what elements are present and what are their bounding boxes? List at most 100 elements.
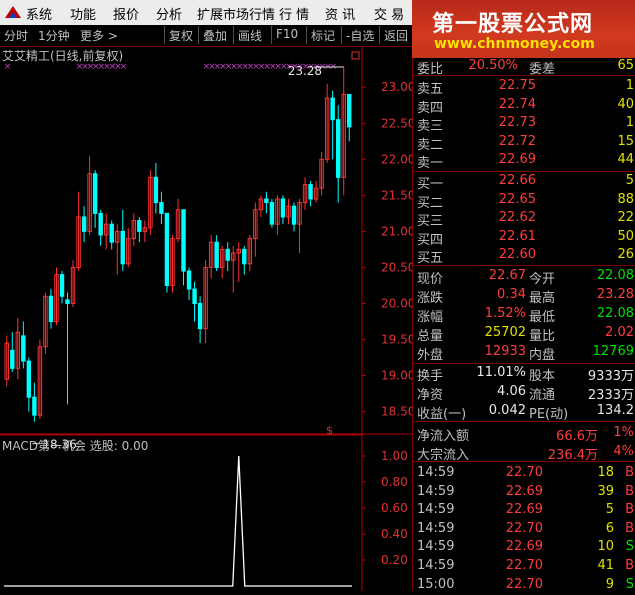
bid-volume: 88	[617, 191, 634, 207]
ask-volume: 40	[617, 96, 634, 112]
bid-label: 买五	[417, 251, 444, 266]
fundamental-row: 换手 11.01% 股本 9333万	[413, 364, 635, 384]
candle	[214, 234, 219, 272]
back-button[interactable]: 返回	[379, 26, 412, 44]
candle-body	[98, 212, 103, 236]
stat-value: 1.52%	[484, 306, 526, 321]
bid-volume: 50	[617, 228, 634, 244]
bid-price: 22.65	[498, 191, 536, 207]
menu-system[interactable]: 系统	[26, 4, 52, 23]
stat-label-2: 最低	[529, 310, 556, 325]
fundamental-value-2: 2333万	[587, 388, 634, 403]
candle-body	[197, 302, 203, 330]
candle	[15, 317, 21, 380]
stat-row: 总量 25702 量比 2.02	[413, 324, 635, 344]
menu-function[interactable]: 功能	[70, 4, 96, 23]
menu-extended-market[interactable]: 扩展市场行情	[197, 4, 275, 23]
candle	[137, 216, 142, 243]
candle	[302, 177, 308, 210]
brand-title: 第一股票公式网	[432, 12, 594, 37]
flow-row: 净流入额 66.6万 1%	[413, 424, 635, 444]
order-ratio-value: 20.50%	[468, 58, 518, 73]
stat-value-2: 23.28	[596, 287, 634, 302]
candle	[319, 152, 324, 196]
tab-1min[interactable]: 1分钟	[38, 27, 70, 44]
remove-watchlist-button[interactable]: -自选	[341, 26, 378, 44]
tick-price: 22.69	[505, 502, 543, 518]
tab-more[interactable]: 更多 >	[80, 27, 118, 44]
candle	[308, 180, 313, 207]
candle	[225, 242, 230, 272]
ask-price: 22.75	[498, 78, 536, 93]
price-tick-label: 20.50	[381, 260, 412, 274]
tick-time: 14:59	[417, 465, 455, 480]
candle	[26, 357, 32, 412]
candle	[76, 191, 81, 272]
candle	[269, 198, 275, 228]
tick-side: S	[625, 576, 634, 592]
stat-label: 外盘	[417, 348, 444, 363]
bid-row: 买三 22.62 22	[413, 209, 635, 229]
candle-body	[120, 230, 125, 265]
candle	[126, 227, 131, 268]
tab-intraday[interactable]: 分时	[4, 27, 28, 44]
candle	[264, 191, 269, 214]
ask-label: 卖三	[417, 119, 444, 134]
macd-tick-label: 0.40	[381, 527, 408, 541]
candle	[219, 245, 225, 279]
stat-value: 22.67	[488, 268, 526, 283]
stat-value-2: 2.02	[605, 325, 634, 340]
candle	[153, 162, 159, 214]
brand-banner: 第一股票公式网 www.chnmoney.com	[412, 0, 635, 58]
candle	[335, 105, 341, 203]
candle-body	[10, 349, 15, 369]
candle	[103, 213, 109, 250]
tick-volume: 9	[605, 576, 614, 592]
menu-market[interactable]: 行 情	[279, 4, 309, 23]
quote-panel: 委比 20.50% 委差 65 卖五 22.75 1 卖四 22.74 40 卖三 22.73…	[412, 58, 635, 592]
candle-body	[81, 216, 87, 232]
candle	[65, 292, 70, 405]
candle	[181, 209, 186, 286]
tick-time: 14:59	[417, 558, 455, 573]
candle	[286, 198, 291, 225]
candle	[120, 209, 125, 272]
candle	[164, 212, 170, 293]
ask-label: 卖一	[417, 156, 444, 171]
candle-body	[269, 202, 275, 225]
bid-volume: 26	[617, 247, 634, 262]
tick-time: 14:59	[417, 483, 455, 499]
trade-tick-row: 14:59 22.70 6 B	[413, 520, 635, 539]
trade-tick-row: 14:59 22.70 41 B	[413, 557, 635, 576]
menu-quotes[interactable]: 报价	[113, 4, 139, 23]
tick-price: 22.70	[505, 558, 543, 573]
candle-body	[48, 295, 54, 322]
menu-trade[interactable]: 交 易	[374, 4, 404, 23]
flow-percent: 4%	[613, 443, 634, 459]
tick-side: B	[625, 483, 634, 499]
mark-button[interactable]: 标记	[306, 26, 339, 44]
candle-body	[225, 248, 230, 261]
candle	[59, 271, 65, 304]
adjust-button[interactable]: 复权	[164, 26, 197, 44]
bid-row: 买一 22.66 5	[413, 172, 635, 192]
candle-body	[192, 288, 197, 304]
kline-chart[interactable]: 23.00 22.50 22.00 21.50 21.00 20.50 20.00 19.50…	[0, 46, 412, 591]
candle-body	[181, 209, 186, 272]
candle	[253, 202, 258, 257]
candle	[109, 220, 114, 250]
bid-label: 买三	[417, 214, 444, 229]
draw-line-button[interactable]: 画线	[233, 26, 266, 44]
stat-value-2: 22.08	[596, 268, 634, 283]
menu-news[interactable]: 资 讯	[325, 4, 355, 23]
price-tick-label: 22.50	[381, 116, 412, 130]
chart-toolbar: 分时 1分钟 更多 > 复权 叠加 画线 F10 标记 -自选 返回	[0, 25, 412, 47]
fundamental-value: 0.042	[488, 403, 526, 418]
stat-row: 现价 22.67 今开 22.08	[413, 267, 635, 287]
candle-body	[21, 335, 26, 362]
f10-button[interactable]: F10	[271, 26, 302, 44]
chart-title: 艾艾精工(日线,前复权)	[2, 49, 124, 63]
overlay-button[interactable]: 叠加	[198, 26, 231, 44]
candle-body	[153, 176, 159, 204]
menu-analysis[interactable]: 分析	[156, 4, 182, 23]
